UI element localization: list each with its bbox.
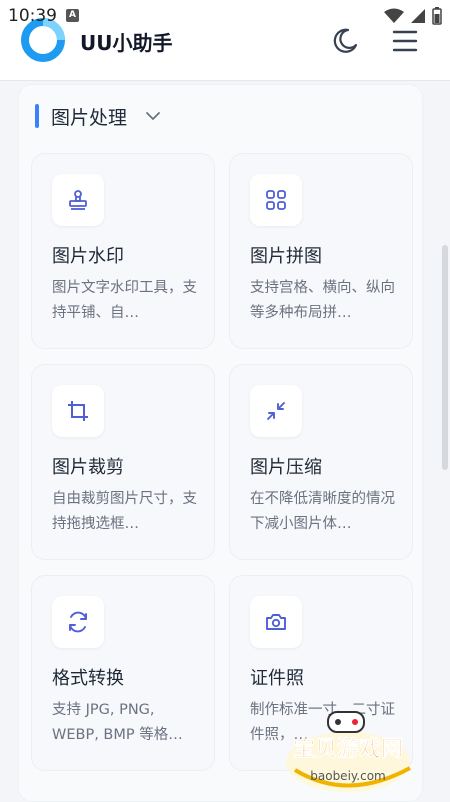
crop-icon bbox=[52, 385, 104, 437]
card-title: 图片拼图 bbox=[250, 246, 322, 267]
watermark-url: baobeiy.com bbox=[310, 769, 385, 783]
stamp-icon bbox=[52, 174, 104, 226]
card-title: 图片水印 bbox=[52, 246, 124, 267]
section-accent-bar bbox=[35, 104, 39, 128]
watermark-text: 宝贝游戏网 bbox=[293, 736, 403, 762]
tool-card-collage[interactable]: 图片拼图 支持宫格、横向、纵向等多种布局拼… bbox=[229, 153, 413, 349]
card-description: 在不降低清晰度的情况下减小图片体… bbox=[250, 491, 395, 532]
card-description: 支持 JPG, PNG, WEBP, BMP 等格… bbox=[52, 702, 183, 743]
status-time: 10:39 bbox=[8, 6, 57, 26]
card-title: 证件照 bbox=[250, 668, 304, 689]
notification-icon: A bbox=[66, 9, 79, 22]
section-header-image-processing[interactable]: 图片处理 bbox=[35, 102, 161, 130]
card-title: 图片压缩 bbox=[250, 457, 322, 478]
card-title: 格式转换 bbox=[52, 668, 124, 689]
menu-icon[interactable] bbox=[390, 26, 420, 56]
card-description: 图片文字水印工具，支持平铺、自… bbox=[52, 280, 197, 321]
status-bar: 10:39 A bbox=[0, 0, 450, 30]
chevron-down-icon bbox=[146, 112, 160, 120]
card-description: 支持宫格、横向、纵向等多种布局拼… bbox=[250, 280, 395, 321]
tool-card-crop[interactable]: 图片裁剪 自由裁剪图片尺寸，支持拖拽选框… bbox=[31, 364, 215, 560]
compress-icon bbox=[250, 385, 302, 437]
section-title: 图片处理 bbox=[51, 106, 128, 129]
status-icons bbox=[384, 7, 442, 25]
app-title: UU小助手 bbox=[80, 31, 173, 55]
watermark-logo: 宝贝游戏网 baobeiy.com bbox=[286, 711, 411, 792]
card-title: 图片裁剪 bbox=[52, 457, 124, 478]
tool-card-watermark[interactable]: 图片水印 图片文字水印工具，支持平铺、自… bbox=[31, 153, 215, 349]
camera-icon bbox=[250, 596, 302, 648]
refresh-icon bbox=[52, 596, 104, 648]
grid-icon bbox=[250, 174, 302, 226]
signal-icon bbox=[411, 9, 425, 23]
card-description: 自由裁剪图片尺寸，支持拖拽选框… bbox=[52, 491, 197, 532]
tool-card-compress[interactable]: 图片压缩 在不降低清晰度的情况下减小图片体… bbox=[229, 364, 413, 560]
battery-icon bbox=[432, 7, 442, 25]
tool-card-format-convert[interactable]: 格式转换 支持 JPG, PNG, WEBP, BMP 等格… bbox=[31, 575, 215, 771]
scrollbar[interactable] bbox=[442, 245, 448, 470]
dark-mode-toggle-icon[interactable] bbox=[330, 26, 360, 56]
wifi-icon bbox=[384, 8, 404, 23]
